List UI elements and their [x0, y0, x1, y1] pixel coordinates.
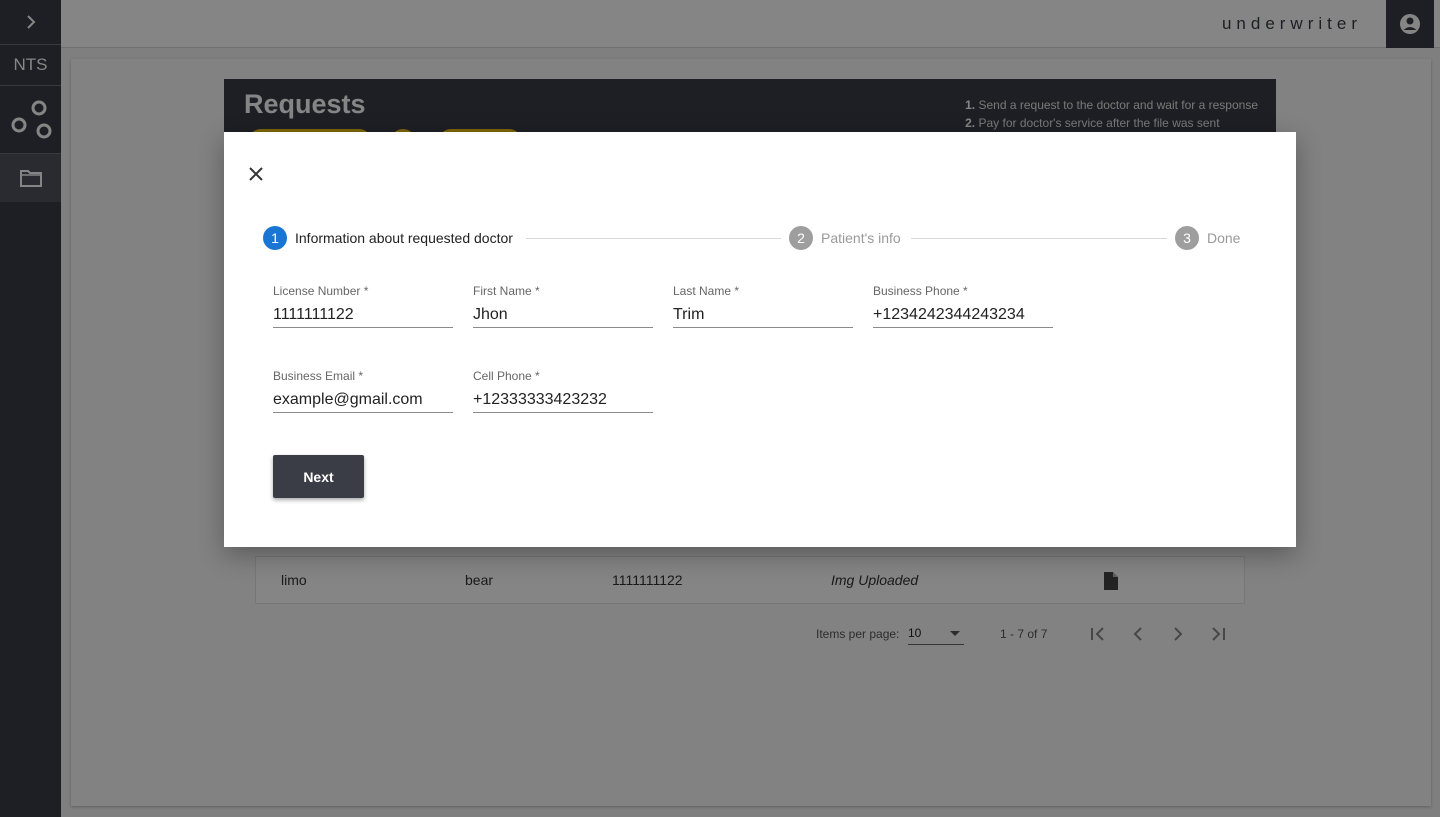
next-button[interactable]: Next: [273, 455, 364, 498]
step-connector: [911, 238, 1167, 239]
business-phone-field: Business Phone *: [873, 284, 1053, 328]
first-name-input[interactable]: [473, 302, 653, 328]
step-number: 2: [789, 226, 813, 250]
cell-phone-field: Cell Phone *: [473, 369, 653, 413]
step-label: Information about requested doctor: [295, 230, 513, 246]
close-icon: [249, 167, 263, 181]
business-phone-label: Business Phone *: [873, 284, 968, 298]
step-doctor-info[interactable]: 1 Information about requested doctor: [263, 226, 513, 250]
step-number: 1: [263, 226, 287, 250]
license-number-field: License Number *: [273, 284, 453, 328]
request-dialog: 1 Information about requested doctor 2 P…: [224, 132, 1296, 547]
close-button[interactable]: [244, 162, 268, 186]
business-email-field: Business Email *: [273, 369, 453, 413]
step-number: 3: [1175, 226, 1199, 250]
license-number-label: License Number *: [273, 284, 369, 298]
stepper: 1 Information about requested doctor 2 P…: [263, 226, 1240, 250]
last-name-label: Last Name *: [673, 284, 740, 298]
business-phone-input[interactable]: [873, 302, 1053, 328]
last-name-input[interactable]: [673, 302, 853, 328]
first-name-field: First Name *: [473, 284, 653, 328]
step-done[interactable]: 3 Done: [1175, 226, 1240, 250]
step-patient-info[interactable]: 2 Patient's info: [789, 226, 901, 250]
business-email-input[interactable]: [273, 387, 453, 413]
cell-phone-label: Cell Phone *: [473, 369, 540, 383]
license-number-input[interactable]: [273, 302, 453, 328]
step-label: Done: [1207, 230, 1241, 246]
business-email-label: Business Email *: [273, 369, 364, 383]
last-name-field: Last Name *: [673, 284, 853, 328]
cell-phone-input[interactable]: [473, 387, 653, 413]
step-connector: [526, 238, 781, 239]
first-name-label: First Name *: [473, 284, 540, 298]
step-label: Patient's info: [821, 230, 901, 246]
